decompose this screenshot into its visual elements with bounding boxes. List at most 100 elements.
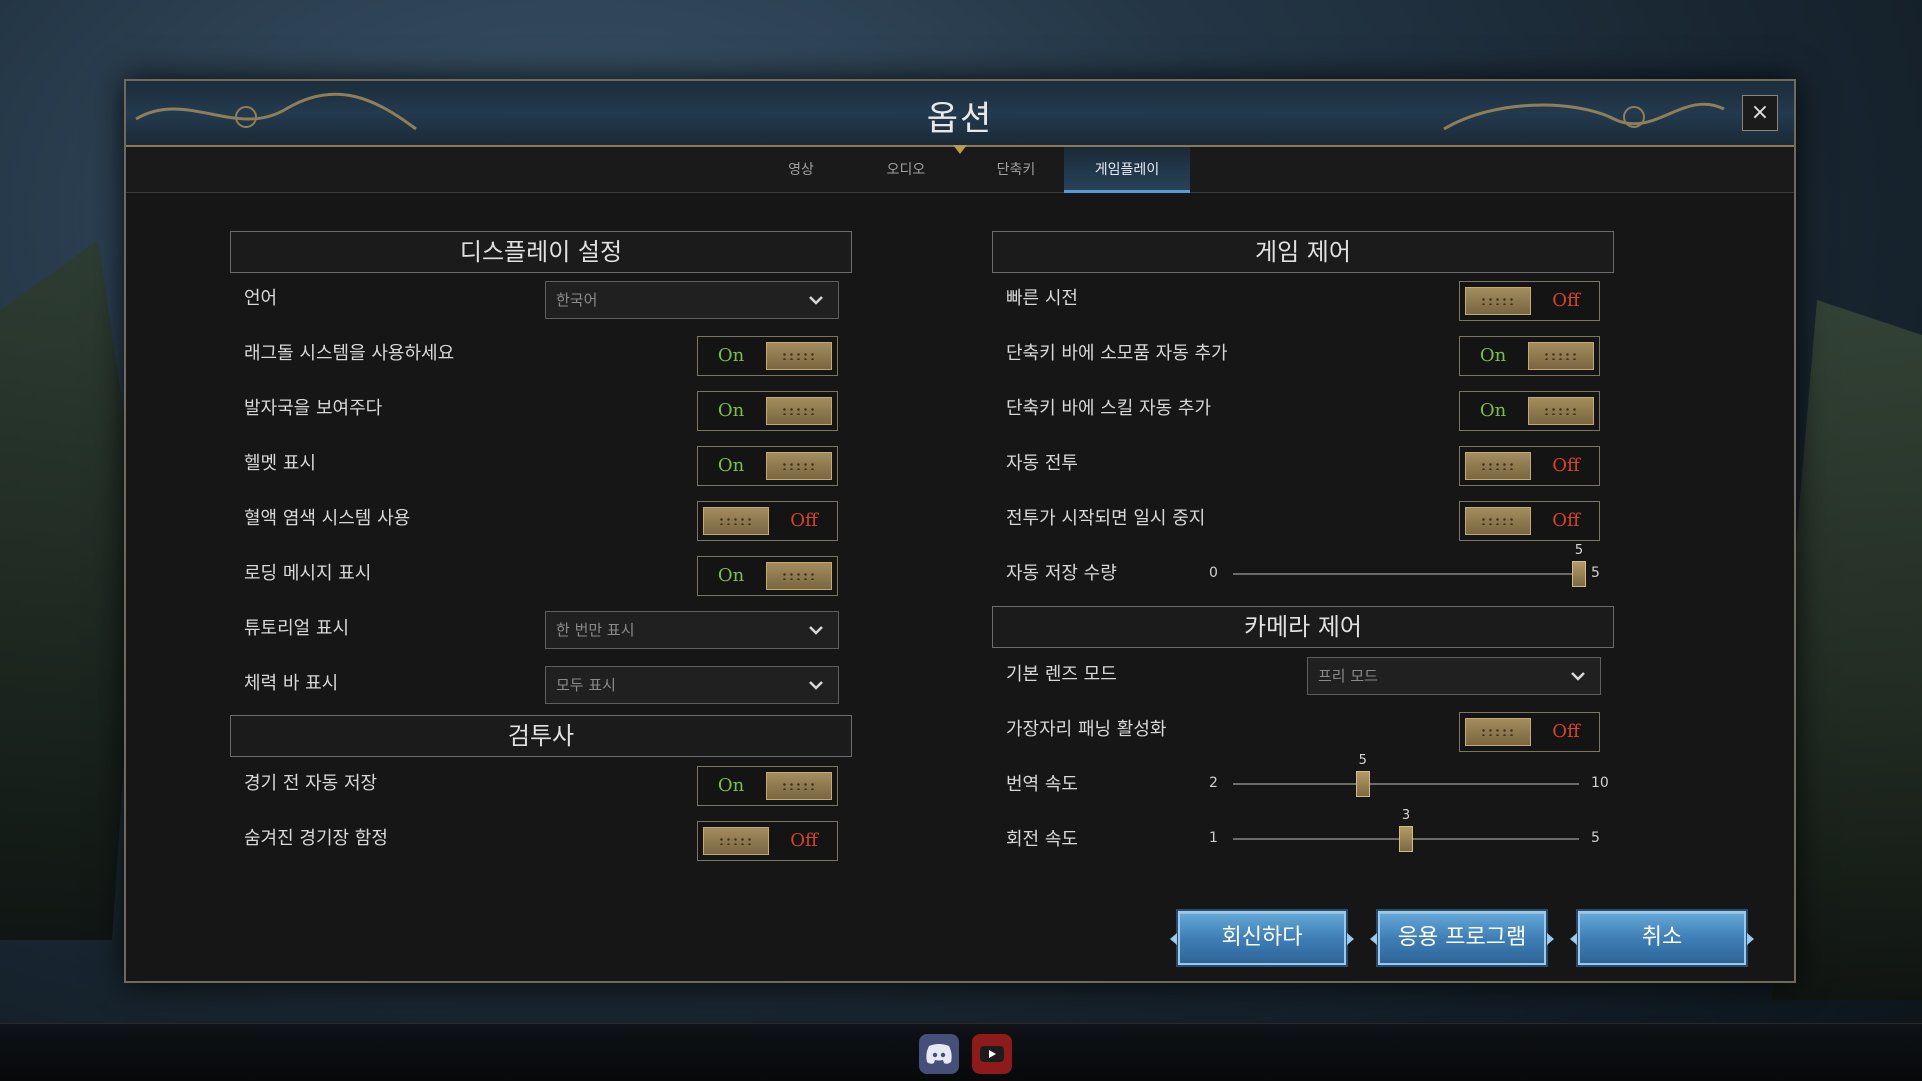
auto-add-skills-toggle[interactable]: On — [1459, 391, 1600, 431]
language-select[interactable]: 한국어 — [545, 281, 839, 319]
slider-min: 1 — [1209, 830, 1218, 846]
tutorial-select[interactable]: 한 번만 표시 — [545, 611, 839, 649]
health-bar-select[interactable]: 모두 표시 — [545, 666, 839, 704]
slider-thumb[interactable] — [1399, 826, 1413, 852]
cancel-button[interactable]: 취소 — [1570, 911, 1754, 965]
tutorial-label: 튜토리얼 표시 — [244, 618, 350, 639]
helmet-state: On — [717, 455, 745, 476]
autosave-count-slider[interactable]: 0 5 5 — [1209, 543, 1629, 591]
section-display-settings: 디스플레이 설정 — [230, 231, 852, 273]
section-gladiator: 검투사 — [230, 715, 852, 757]
lens-mode-select[interactable]: 프리 모드 — [1307, 657, 1601, 695]
ragdoll-label: 래그돌 시스템을 사용하세요 — [244, 343, 455, 364]
toggle-knob — [1465, 718, 1531, 746]
rotate-speed-slider[interactable]: 1 3 5 — [1209, 808, 1629, 856]
tab-pointer-icon — [953, 145, 967, 154]
slider-max: 10 — [1591, 775, 1609, 791]
tab-hotkeys[interactable]: 단축키 — [966, 147, 1066, 193]
blood-label: 혈액 염색 시스템 사용 — [244, 508, 411, 529]
slider-max: 5 — [1591, 830, 1600, 846]
auto-add-consumables-toggle[interactable]: On — [1459, 336, 1600, 376]
footprints-label: 발자국을 보여주다 — [244, 398, 383, 419]
auto-add-skills-state: On — [1479, 400, 1507, 421]
close-icon: × — [1750, 100, 1770, 125]
tab-audio[interactable]: 오디오 — [856, 147, 956, 193]
toggle-knob — [766, 562, 832, 590]
pan-speed-slider[interactable]: 2 5 10 — [1209, 753, 1629, 801]
autosave-before-match-toggle[interactable]: On — [697, 766, 838, 806]
section-camera-control: 카메라 제어 — [992, 606, 1614, 648]
revert-button[interactable]: 회신하다 — [1170, 911, 1354, 965]
hidden-traps-toggle[interactable]: Off — [697, 821, 838, 861]
dialog-header: 옵션 × — [126, 81, 1794, 147]
pause-on-combat-label: 전투가 시작되면 일시 중지 — [1006, 508, 1206, 529]
language-label: 언어 — [244, 288, 278, 309]
hidden-traps-state: Off — [790, 830, 818, 851]
toggle-knob — [766, 452, 832, 480]
chevron-down-icon — [809, 296, 823, 305]
rotate-speed-label: 회전 속도 — [1006, 829, 1078, 850]
dialog-title: 옵션 — [926, 99, 994, 139]
slider-min: 0 — [1209, 565, 1218, 581]
chevron-down-icon — [1571, 672, 1585, 681]
footprints-state: On — [717, 400, 745, 421]
toggle-knob — [1528, 342, 1594, 370]
quick-cast-state: Off — [1552, 290, 1580, 311]
quick-cast-label: 빠른 시전 — [1006, 288, 1078, 309]
auto-combat-label: 자동 전투 — [1006, 453, 1078, 474]
auto-add-consumables-label: 단축키 바에 소모품 자동 추가 — [1006, 343, 1228, 364]
slider-track — [1233, 573, 1579, 575]
footprints-toggle[interactable]: On — [697, 391, 838, 431]
slider-thumb[interactable] — [1355, 771, 1370, 797]
close-button[interactable]: × — [1742, 95, 1778, 131]
toggle-knob — [1465, 507, 1531, 535]
youtube-button[interactable] — [972, 1034, 1012, 1074]
autosave-before-match-label: 경기 전 자동 저장 — [244, 773, 378, 794]
background-mountain-left — [0, 240, 140, 940]
lens-mode-label: 기본 렌즈 모드 — [1006, 664, 1117, 685]
toggle-knob — [766, 772, 832, 800]
toggle-knob — [1528, 397, 1594, 425]
edge-panning-label: 가장자리 패닝 활성화 — [1006, 719, 1167, 740]
loading-message-state: On — [717, 565, 745, 586]
pause-on-combat-toggle[interactable]: Off — [1459, 501, 1600, 541]
slider-thumb[interactable] — [1572, 561, 1586, 587]
loading-message-label: 로딩 메시지 표시 — [244, 563, 372, 584]
ragdoll-toggle[interactable]: On — [697, 336, 838, 376]
auto-add-consumables-state: On — [1479, 345, 1507, 366]
toggle-knob — [766, 342, 832, 370]
blood-state: Off — [790, 510, 818, 531]
section-game-control: 게임 제어 — [992, 231, 1614, 273]
options-dialog: 옵션 × 영상 오디오 단축키 게임플레이 디스플레이 설정 언어 한국어 래그… — [124, 79, 1796, 983]
helmet-toggle[interactable]: On — [697, 446, 838, 486]
health-bar-value: 모두 표시 — [556, 676, 616, 694]
autosave-before-match-state: On — [717, 775, 745, 796]
loading-message-toggle[interactable]: On — [697, 556, 838, 596]
tab-video[interactable]: 영상 — [756, 147, 846, 193]
autosave-count-label: 자동 저장 수량 — [1006, 563, 1117, 584]
apply-button[interactable]: 응용 프로그램 — [1370, 911, 1554, 965]
youtube-icon — [980, 1046, 1004, 1062]
chevron-down-icon — [809, 681, 823, 690]
health-bar-label: 체력 바 표시 — [244, 673, 339, 694]
quick-cast-toggle[interactable]: Off — [1459, 281, 1600, 321]
edge-panning-toggle[interactable]: Off — [1459, 712, 1600, 752]
toggle-knob — [1465, 452, 1531, 480]
slider-value: 5 — [1358, 753, 1367, 768]
hidden-traps-label: 숨겨진 경기장 함정 — [244, 828, 388, 849]
auto-combat-toggle[interactable]: Off — [1459, 446, 1600, 486]
blood-toggle[interactable]: Off — [697, 501, 838, 541]
ragdoll-state: On — [717, 345, 745, 366]
tutorial-value: 한 번만 표시 — [556, 621, 635, 639]
toggle-knob — [703, 507, 769, 535]
tab-gameplay[interactable]: 게임플레이 — [1064, 147, 1190, 193]
language-value: 한국어 — [556, 291, 598, 309]
slider-track — [1233, 783, 1579, 785]
slider-value: 5 — [1574, 543, 1584, 558]
discord-button[interactable] — [919, 1034, 959, 1074]
auto-add-skills-label: 단축키 바에 스킬 자동 추가 — [1006, 398, 1212, 419]
slider-min: 2 — [1209, 775, 1218, 791]
pan-speed-label: 번역 속도 — [1006, 774, 1078, 795]
lens-mode-value: 프리 모드 — [1318, 667, 1378, 685]
discord-icon — [926, 1044, 952, 1064]
